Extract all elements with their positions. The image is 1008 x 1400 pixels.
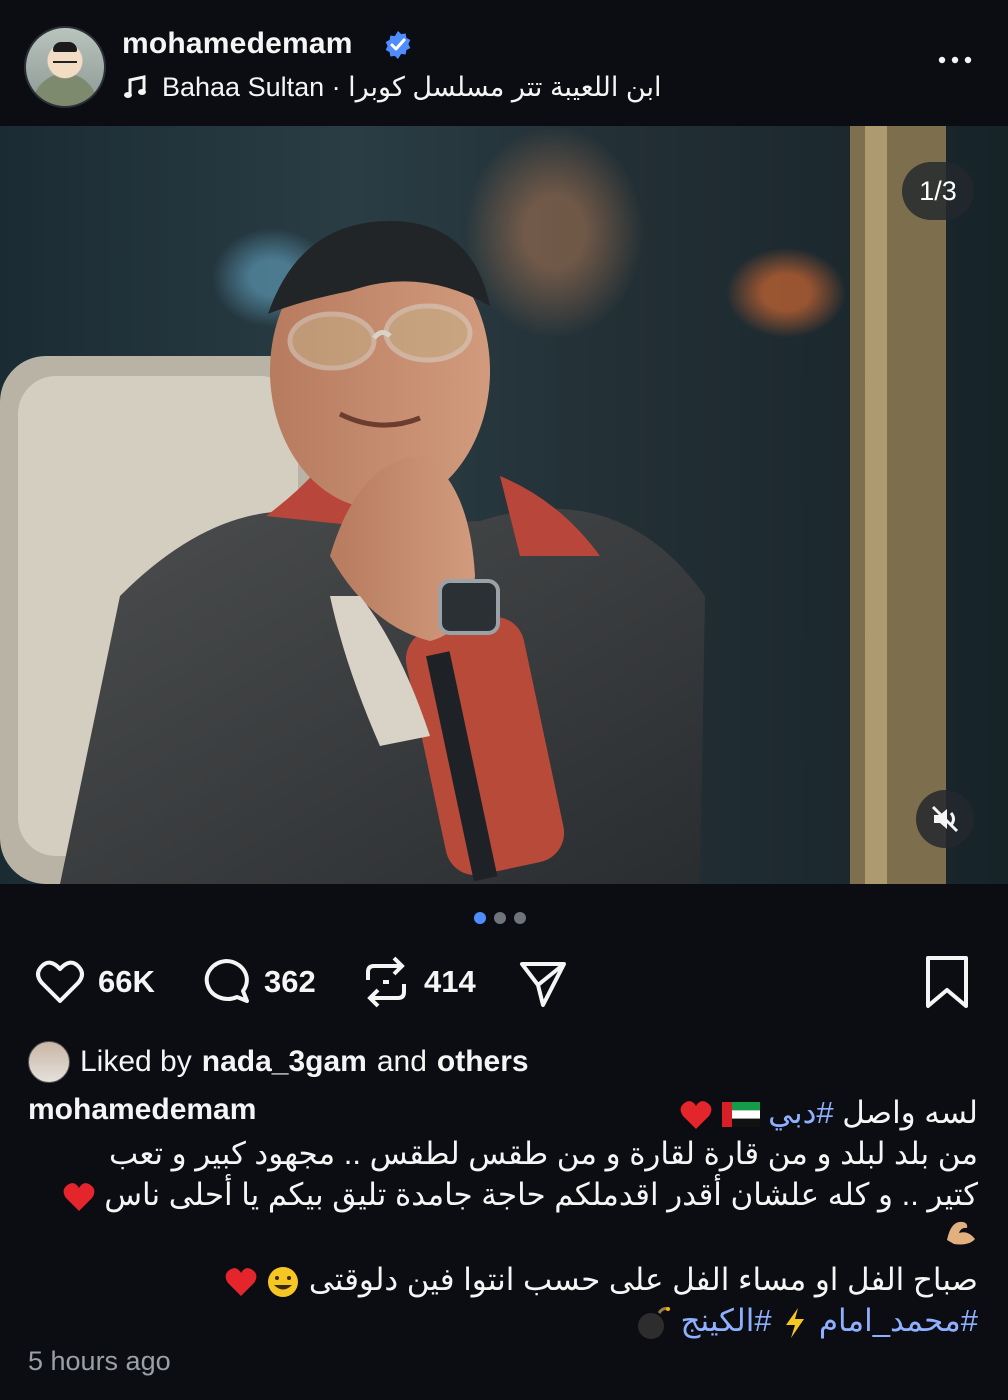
music-text: Bahaa Sultan · ابن اللعيبة تتر مسلسل كوب…: [162, 72, 662, 102]
repost-count: 414: [424, 964, 476, 999]
hashtag-king[interactable]: #الكينج: [680, 1303, 771, 1338]
caption-line-3: كتير .. و كله علشان أقدر اقدملكم حاجة جا…: [104, 1177, 978, 1212]
profile-avatar[interactable]: [24, 26, 106, 108]
liked-by[interactable]: Liked by nada_3gam and others: [28, 1041, 529, 1083]
like-button[interactable]: 66K: [32, 954, 155, 1010]
share-button[interactable]: [514, 954, 572, 1012]
post-header: mohamedemam Bahaa Sultan · ابن اللعيبة ت…: [0, 0, 1008, 126]
mute-icon: [931, 805, 959, 833]
hashtag-mohamed-emam[interactable]: #محمد_امام: [819, 1303, 978, 1338]
liked-prefix: Liked by: [80, 1045, 192, 1078]
caption-line-1: لسه واصل: [833, 1095, 978, 1130]
liked-user[interactable]: nada_3gam: [202, 1045, 367, 1079]
bookmark-icon: [926, 956, 968, 1008]
like-count: 66K: [98, 964, 155, 999]
mute-button[interactable]: [916, 790, 974, 848]
comment-button[interactable]: 362: [198, 954, 316, 1010]
slide-counter: 1/3: [902, 162, 974, 220]
red-heart-icon: [225, 1268, 257, 1297]
music-note-icon: [124, 74, 146, 98]
flexed-biceps-icon: [947, 1221, 975, 1245]
repost-icon: [366, 956, 406, 1008]
post-photo[interactable]: 1/3: [0, 126, 1008, 884]
post-caption: لسه واصل #دبي من بلد لبلد و من قارة لقار…: [30, 1092, 978, 1341]
post-timestamp: 5 hours ago: [28, 1346, 171, 1376]
post-photo-illustration: [0, 126, 946, 884]
liked-by-avatar: [28, 1041, 70, 1083]
avatar-cap: [53, 42, 77, 52]
comment-count: 362: [264, 964, 316, 999]
music-attribution[interactable]: Bahaa Sultan · ابن اللعيبة تتر مسلسل كوب…: [122, 72, 661, 103]
red-heart-icon: [63, 1183, 94, 1212]
lightning-icon: [786, 1307, 805, 1338]
avatar-glasses: [53, 55, 77, 63]
uae-flag-icon: [721, 1102, 760, 1128]
grinning-face-icon: [268, 1266, 299, 1297]
share-icon: [520, 962, 566, 1007]
liked-middle: and: [376, 1045, 427, 1078]
caption-line-2: من بلد لبلد و من قارة لقارة و من طقس لطق…: [109, 1136, 978, 1171]
red-heart-icon: [680, 1101, 712, 1130]
hashtag-dubai[interactable]: #دبي: [768, 1095, 834, 1130]
caption-line-5: صباح الفل او مساء الفل على حسب انتوا فين…: [308, 1262, 978, 1297]
repost-button[interactable]: 414: [358, 954, 476, 1010]
heart-icon: [36, 960, 84, 1003]
more-icon[interactable]: [936, 45, 974, 75]
comment-icon: [204, 959, 249, 1003]
bookmark-button[interactable]: [922, 954, 972, 1010]
carousel-dot-active: [474, 912, 486, 924]
carousel-dot: [494, 912, 506, 924]
username[interactable]: mohamedemam: [122, 27, 353, 61]
carousel-indicator: [474, 912, 526, 924]
post-actions: 66K 362 414: [32, 954, 976, 1018]
bomb-icon: [637, 1306, 670, 1339]
liked-others[interactable]: others: [437, 1045, 529, 1079]
verified-badge-icon: [385, 31, 411, 59]
carousel-dot: [514, 912, 526, 924]
